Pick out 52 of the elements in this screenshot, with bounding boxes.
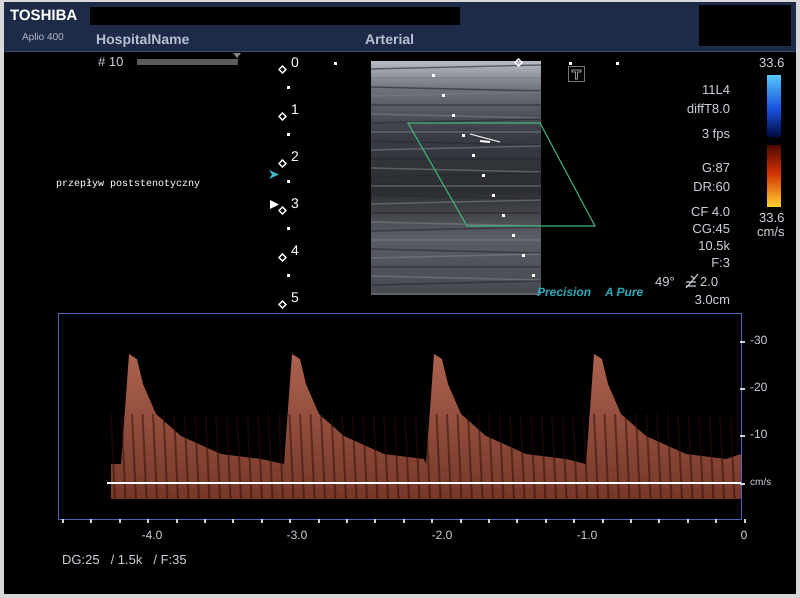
diamond-icon bbox=[514, 58, 523, 67]
velocity-tick-label: -20 bbox=[750, 380, 768, 394]
velocity-tick-label: -10 bbox=[750, 427, 768, 441]
t-icon bbox=[568, 66, 585, 82]
diamond-icon bbox=[278, 65, 287, 74]
scale-unit: cm/s bbox=[757, 224, 784, 239]
imaging-parameter: 11L4 bbox=[702, 82, 730, 97]
time-tick-label: -2.0 bbox=[432, 528, 452, 542]
scale-min: 33.6 bbox=[759, 210, 784, 225]
annotation-text: przepływ poststenotyczny bbox=[56, 179, 200, 190]
time-tick-label: -1.0 bbox=[576, 528, 598, 542]
doppler-parameter: DG:25 bbox=[62, 552, 100, 567]
doppler-parameter: / F:35 bbox=[153, 552, 187, 567]
frame-number: # 10 bbox=[98, 54, 124, 69]
time-tick-label: -4.0 bbox=[142, 528, 162, 542]
diamond-icon bbox=[278, 206, 287, 215]
arrowhead-icon bbox=[269, 170, 279, 179]
triangle-icon bbox=[270, 200, 279, 209]
imaging-parameter: CF 4.0 bbox=[690, 204, 730, 219]
diamond-icon bbox=[278, 159, 287, 168]
depth-value: 3.0cm bbox=[694, 292, 730, 307]
depth-mark: 5 bbox=[291, 289, 299, 305]
imaging-parameter: diffT8.0 bbox=[686, 101, 730, 116]
velocity-unit: cm/s bbox=[750, 477, 772, 488]
diamond-icon bbox=[278, 112, 287, 121]
time-tick-label: 0 bbox=[740, 528, 748, 542]
diamond-icon bbox=[278, 253, 287, 262]
hospital-name: HospitalName bbox=[96, 31, 190, 47]
depth-mark: 3 bbox=[291, 195, 299, 211]
scale-max: 33.6 bbox=[759, 55, 784, 70]
time-tick-label: -3.0 bbox=[286, 528, 308, 542]
angle-value: 49° bbox=[655, 274, 675, 289]
imaging-parameter: DR:60 bbox=[693, 179, 730, 194]
depth-mark: 4 bbox=[291, 242, 299, 258]
doppler-parameter: / 1.5k bbox=[110, 552, 142, 567]
imaging-parameter: 10.5k bbox=[698, 238, 730, 253]
model-name: Aplio 400 bbox=[22, 32, 64, 43]
apure-logo: A Pure bbox=[605, 285, 644, 299]
preset-name: Arterial bbox=[365, 31, 414, 47]
imaging-parameter: F:3 bbox=[711, 255, 730, 270]
angle-correct-icon bbox=[685, 273, 699, 289]
precision-logo: Precision bbox=[537, 285, 592, 299]
brand-logo: TOSHIBA bbox=[10, 7, 78, 24]
depth-mark: 1 bbox=[291, 101, 299, 117]
velocity-tick-label: -30 bbox=[750, 333, 768, 347]
depth-mark: 0 bbox=[291, 54, 299, 70]
imaging-parameter: 3 fps bbox=[702, 126, 730, 141]
diamond-icon bbox=[278, 300, 287, 309]
depth-mark: 2 bbox=[291, 148, 299, 164]
imaging-parameter: CG:45 bbox=[692, 221, 730, 236]
steer-value: 2.0 bbox=[700, 274, 718, 289]
imaging-parameter: G:87 bbox=[702, 160, 730, 175]
